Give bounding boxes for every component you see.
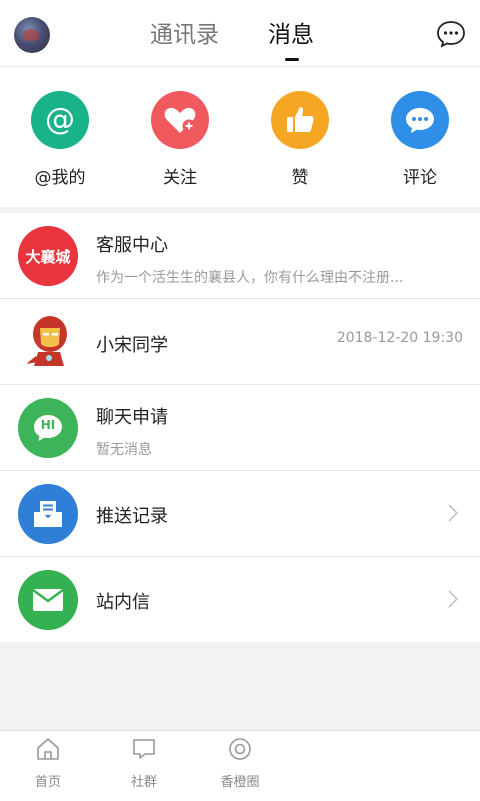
row-title: 推送记录 — [96, 506, 168, 527]
circle-icon — [229, 738, 251, 760]
chevron-right-icon — [448, 504, 458, 522]
row-preview: 暂无消息 — [96, 442, 152, 458]
message-list: 大襄城 客服中心 作为一个活生生的襄县人，你有什么理由不注册... 小宋同学 2… — [0, 213, 480, 642]
hi-text: HI — [40, 418, 56, 432]
nav-orange-circle[interactable]: 香橙圈 — [210, 737, 270, 790]
row-preview: 作为一个活生生的襄县人，你有什么理由不注册... — [96, 270, 404, 286]
svg-text:@: @ — [45, 103, 75, 137]
top-header: 通讯录 消息 — [0, 0, 480, 67]
daxiangcheng-logo: 大襄城 — [18, 226, 78, 286]
list-item-site-mail[interactable]: 站内信 — [0, 557, 480, 642]
quick-actions-bar: @ @我的 关注 赞 评论 — [0, 67, 480, 207]
nav-community[interactable]: 社群 — [114, 737, 174, 790]
list-item-push-records[interactable]: 推送记录 — [0, 471, 480, 557]
chevron-right-icon — [448, 590, 458, 608]
push-inbox-icon — [18, 484, 78, 544]
logo-text: 大襄城 — [25, 247, 71, 266]
quick-at-me[interactable]: @ @我的 — [10, 91, 110, 201]
user-avatar[interactable] — [14, 17, 50, 53]
quick-comments[interactable]: 评论 — [370, 91, 470, 201]
nav-label-home: 首页 — [34, 775, 61, 790]
list-item-xiaosong[interactable]: 小宋同学 2018-12-20 19:30 — [0, 299, 480, 385]
hi-chat-icon: HI — [18, 398, 78, 458]
comment-icon — [391, 91, 449, 149]
chat-bubble-icon[interactable] — [436, 20, 466, 48]
tab-contacts[interactable]: 通讯录 — [150, 20, 219, 50]
active-tab-indicator — [285, 58, 299, 61]
row-title: 站内信 — [96, 592, 150, 613]
quick-follow[interactable]: 关注 — [130, 91, 230, 201]
quick-label-follow: 关注 — [163, 168, 197, 188]
list-item-customer-service[interactable]: 大襄城 客服中心 作为一个活生生的襄县人，你有什么理由不注册... — [0, 213, 480, 299]
list-item-chat-request[interactable]: HI 聊天申请 暂无消息 — [0, 385, 480, 471]
quick-label-likes: 赞 — [291, 168, 309, 188]
row-title: 客服中心 — [96, 235, 168, 256]
envelope-icon — [18, 570, 78, 630]
row-timestamp: 2018-12-20 19:30 — [336, 330, 463, 346]
nav-label-orange-circle: 香橙圈 — [220, 775, 260, 790]
quick-likes[interactable]: 赞 — [250, 91, 350, 201]
row-title: 小宋同学 — [96, 335, 168, 356]
community-chat-icon — [133, 739, 155, 759]
row-title: 聊天申请 — [96, 407, 168, 428]
nav-label-community: 社群 — [130, 775, 157, 790]
at-icon: @ — [31, 91, 89, 149]
thumbs-up-icon — [271, 91, 329, 149]
heart-plus-icon — [151, 91, 209, 149]
bottom-navigation: 首页 社群 香橙圈 — [0, 730, 480, 801]
ironman-avatar — [18, 312, 78, 372]
tab-messages[interactable]: 消息 — [268, 20, 314, 50]
quick-label-comments: 评论 — [403, 168, 437, 188]
home-icon — [37, 738, 59, 760]
nav-home[interactable]: 首页 — [18, 737, 78, 790]
quick-label-at-me: @我的 — [34, 168, 86, 188]
